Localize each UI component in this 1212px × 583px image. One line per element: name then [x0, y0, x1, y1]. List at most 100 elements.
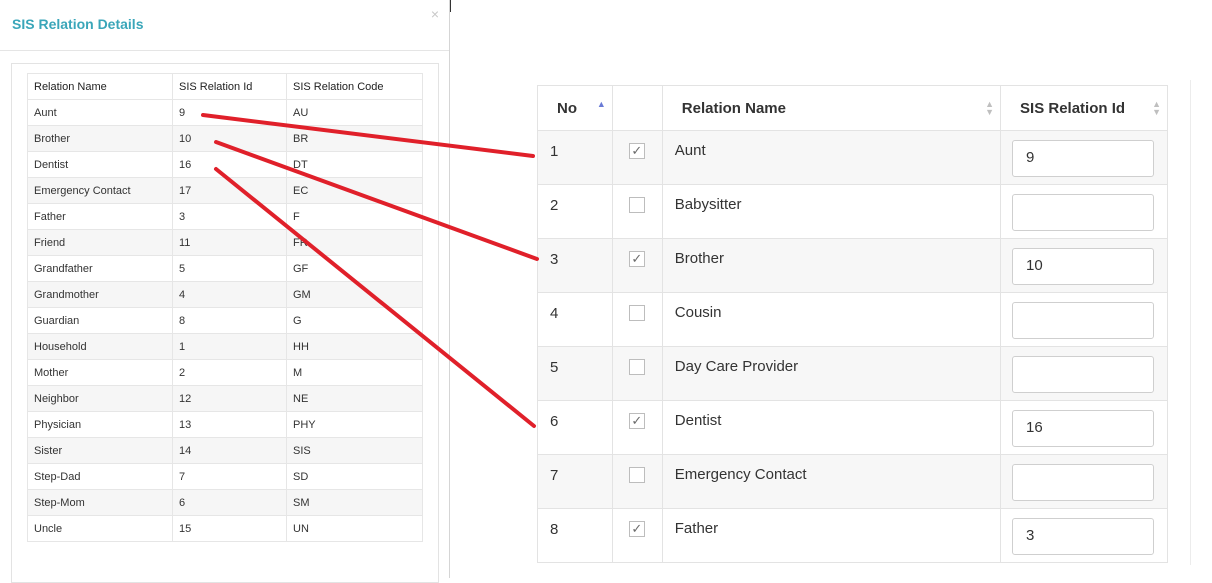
col-header-relation-name-label: Relation Name	[681, 100, 786, 117]
sis-relation-code-cell: GF	[286, 255, 423, 282]
sort-icon[interactable]: ▲ ▼	[985, 100, 994, 117]
sis-relation-id-cell: 10	[172, 125, 287, 152]
col-header-sis-relation-id: SIS Relation Id	[172, 73, 287, 100]
close-icon[interactable]: ×	[431, 6, 439, 22]
row-checkbox[interactable]: ✓	[628, 413, 645, 429]
relation-name: Day Care Provider	[674, 358, 799, 375]
sis-relation-id-cell: 1	[172, 333, 287, 360]
select-cell	[611, 346, 663, 401]
table-row: Step-Dad 7 SD	[27, 463, 423, 490]
table-row: Friend 11 FR	[27, 229, 423, 256]
row-checkbox[interactable]	[628, 467, 645, 483]
sis-relation-id-input[interactable]	[1012, 194, 1155, 231]
sis-relation-code-cell: F	[286, 203, 423, 230]
row-number-cell: 6	[537, 400, 613, 455]
sis-relation-code-cell: M	[286, 359, 423, 386]
row-number-cell: 3	[537, 238, 613, 293]
grid-row: 6 ✓ Dentist 16	[537, 400, 1168, 455]
relation-name: Aunt	[674, 142, 706, 159]
sis-relation-id-cell: 12	[172, 385, 287, 412]
sis-relation-id-input[interactable]: 10	[1012, 248, 1155, 285]
sis-relation-id-cell: 17	[172, 177, 287, 204]
row-checkbox[interactable]	[628, 305, 645, 321]
table-row: Aunt 9 AU	[27, 99, 423, 126]
table-row: Step-Mom 6 SM	[27, 489, 423, 516]
grid-row: 7 Emergency Contact	[537, 454, 1168, 509]
sis-relation-code-cell: PHY	[286, 411, 423, 438]
relation-name-cell: Father	[27, 203, 173, 230]
sort-asc-icon[interactable]: ▲	[597, 99, 606, 109]
select-cell: ✓	[611, 400, 663, 455]
sis-relation-id-cell: 10	[1000, 238, 1168, 293]
sis-relation-code-cell: DT	[286, 151, 423, 178]
row-number-cell: 4	[537, 292, 613, 347]
row-number-cell: 2	[537, 184, 613, 239]
sis-relation-table: Relation Name SIS Relation Id SIS Relati…	[27, 73, 423, 542]
sis-relation-code-cell: NE	[286, 385, 423, 412]
relation-name-cell: Friend	[27, 229, 173, 256]
sis-relation-id-input[interactable]: 16	[1012, 410, 1155, 447]
sis-relation-id-cell: 14	[172, 437, 287, 464]
col-header-relation-name: Relation Name	[27, 73, 173, 100]
relation-name-cell: Dentist	[661, 400, 1002, 455]
table-row: Dentist 16 DT	[27, 151, 423, 178]
row-number-cell: 7	[537, 454, 613, 509]
sis-relation-code-cell: GM	[286, 281, 423, 308]
table-row: Emergency Contact 17 EC	[27, 177, 423, 204]
col-header-no[interactable]: No ▲	[537, 85, 613, 131]
modal-title: SIS Relation Details	[12, 16, 144, 32]
sis-relation-id-input[interactable]	[1012, 464, 1155, 501]
relation-name-cell: Grandmother	[27, 281, 173, 308]
sis-relation-id-input[interactable]	[1012, 356, 1155, 393]
col-header-no-label: No	[557, 100, 577, 117]
col-header-select	[611, 85, 663, 131]
scroll-edge	[1190, 80, 1191, 565]
relation-grid: No ▲ Relation Name ▲ ▼ SIS Relation Id ▲ ▼…	[537, 85, 1168, 578]
relation-name-cell: Uncle	[27, 515, 173, 542]
sis-relation-id-input[interactable]: 9	[1012, 140, 1155, 177]
row-number: 8	[550, 521, 559, 538]
sort-icon[interactable]: ▲ ▼	[1152, 100, 1161, 117]
row-checkbox[interactable]: ✓	[628, 251, 645, 267]
row-checkbox[interactable]: ✓	[628, 143, 645, 159]
table-row: Mother 2 M	[27, 359, 423, 386]
sis-relation-id-input[interactable]: 3	[1012, 518, 1155, 555]
relation-name-cell: Aunt	[27, 99, 173, 126]
sis-relation-id-cell: 9	[1000, 130, 1168, 185]
row-number: 3	[550, 251, 559, 268]
sis-relation-id-cell	[1000, 292, 1168, 347]
modal-header: SIS Relation Details ×	[0, 0, 449, 51]
sis-relation-id-cell: 16	[1000, 400, 1168, 455]
relation-name-cell: Physician	[27, 411, 173, 438]
relation-name-cell: Household	[27, 333, 173, 360]
sis-relation-code-cell: AU	[286, 99, 423, 126]
select-cell	[611, 184, 663, 239]
col-header-relation-name[interactable]: Relation Name ▲ ▼	[661, 85, 1002, 131]
row-checkbox[interactable]	[628, 197, 645, 213]
row-number: 2	[550, 197, 559, 214]
sis-relation-code-cell: SM	[286, 489, 423, 516]
divider	[450, 0, 451, 12]
relation-name: Babysitter	[674, 196, 742, 213]
grid-row: 3 ✓ Brother 10	[537, 238, 1168, 293]
sis-relation-id-cell: 5	[172, 255, 287, 282]
col-header-sis-relation-id-label: SIS Relation Id	[1020, 100, 1126, 117]
sis-relation-id-cell: 3	[172, 203, 287, 230]
relation-name-cell: Sister	[27, 437, 173, 464]
relation-name: Brother	[674, 250, 724, 267]
relation-name-cell: Cousin	[661, 292, 1002, 347]
table-row: Uncle 15 UN	[27, 515, 423, 542]
row-number-cell: 5	[537, 346, 613, 401]
col-header-sis-relation-id[interactable]: SIS Relation Id ▲ ▼	[1000, 85, 1168, 131]
sis-relation-code-cell: FR	[286, 229, 423, 256]
sis-relation-id-input[interactable]	[1012, 302, 1155, 339]
sis-relation-id-cell	[1000, 454, 1168, 509]
relation-name-cell: Step-Mom	[27, 489, 173, 516]
row-checkbox[interactable]	[628, 359, 645, 375]
sis-relation-id-cell: 15	[172, 515, 287, 542]
row-number: 1	[550, 143, 559, 160]
select-cell: ✓	[611, 130, 663, 185]
sis-relation-id-cell: 8	[172, 307, 287, 334]
row-checkbox[interactable]: ✓	[628, 521, 645, 537]
row-number: 7	[550, 467, 559, 484]
